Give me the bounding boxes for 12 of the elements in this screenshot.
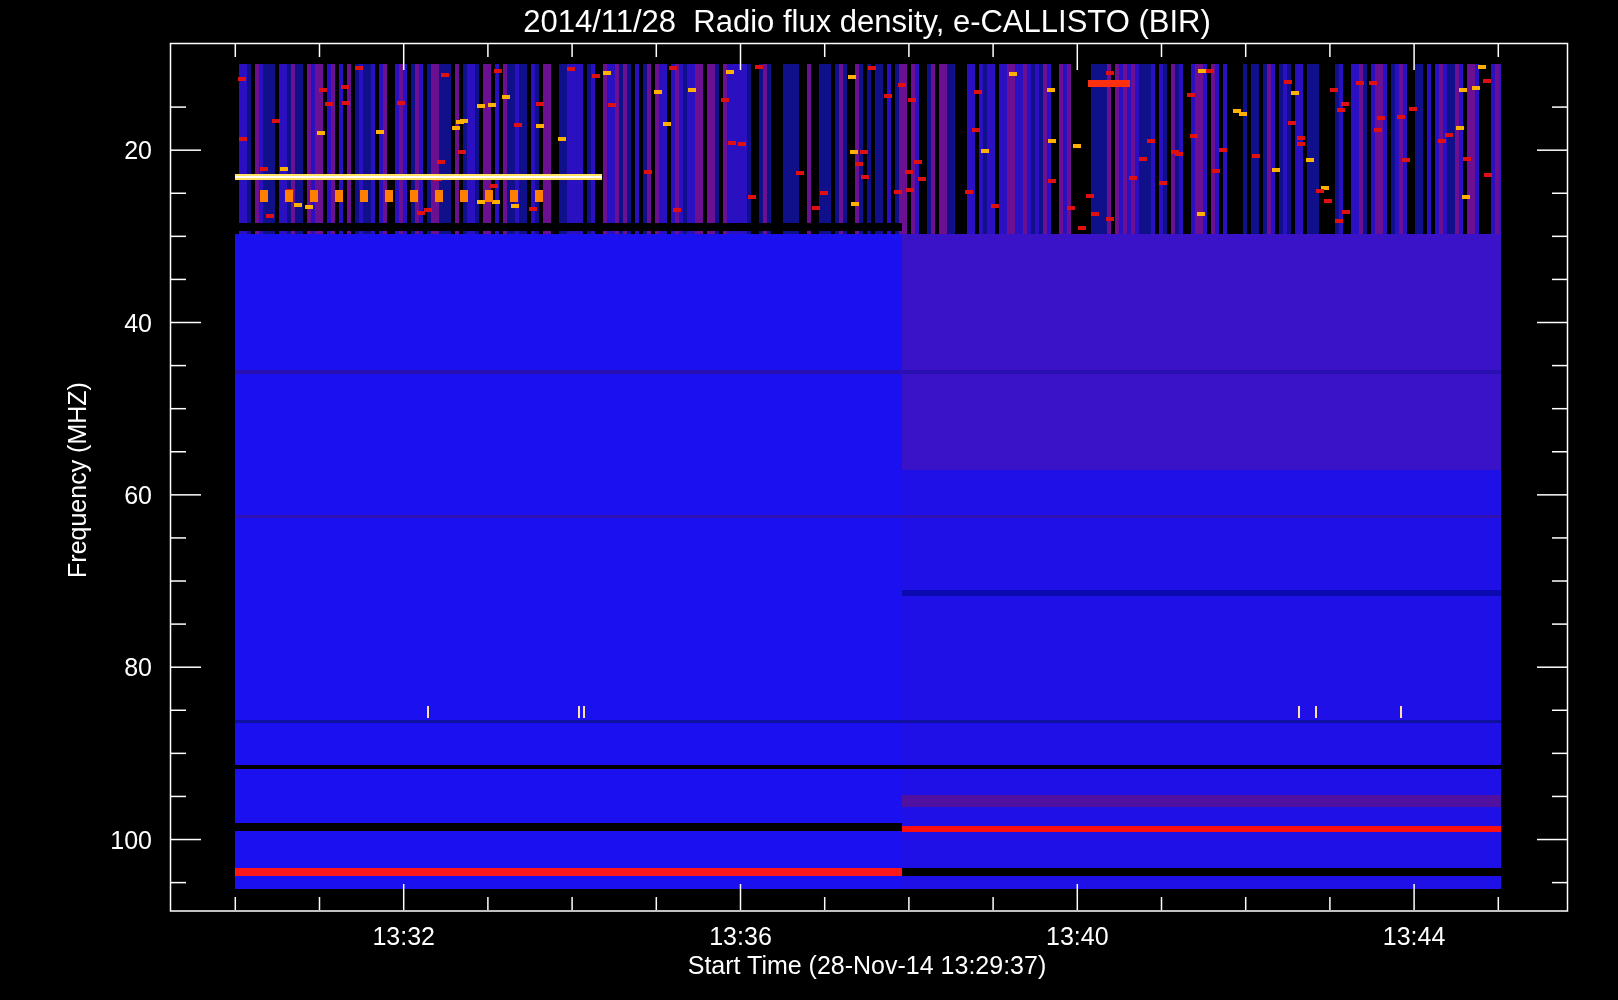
x-axis-label: Start Time (28-Nov-14 13:29:37): [687, 951, 1047, 979]
y-tick-label: 80: [124, 653, 152, 682]
y-tick-label: 60: [124, 480, 152, 509]
chart-title: 2014/11/28 Radio flux density, e-CALLISTO (BIR): [523, 4, 1211, 39]
y-tick-label: 20: [124, 136, 152, 165]
y-tick-label: 40: [124, 308, 152, 337]
x-tick-label: 13:44: [1382, 922, 1446, 950]
y-tick-label: 100: [110, 825, 152, 854]
y-axis-label: Frequency (MHZ): [63, 382, 91, 578]
x-tick-label: 13:36: [709, 922, 772, 950]
x-tick-label: 13:40: [1046, 922, 1109, 950]
x-tick-label: 13:32: [372, 922, 435, 950]
